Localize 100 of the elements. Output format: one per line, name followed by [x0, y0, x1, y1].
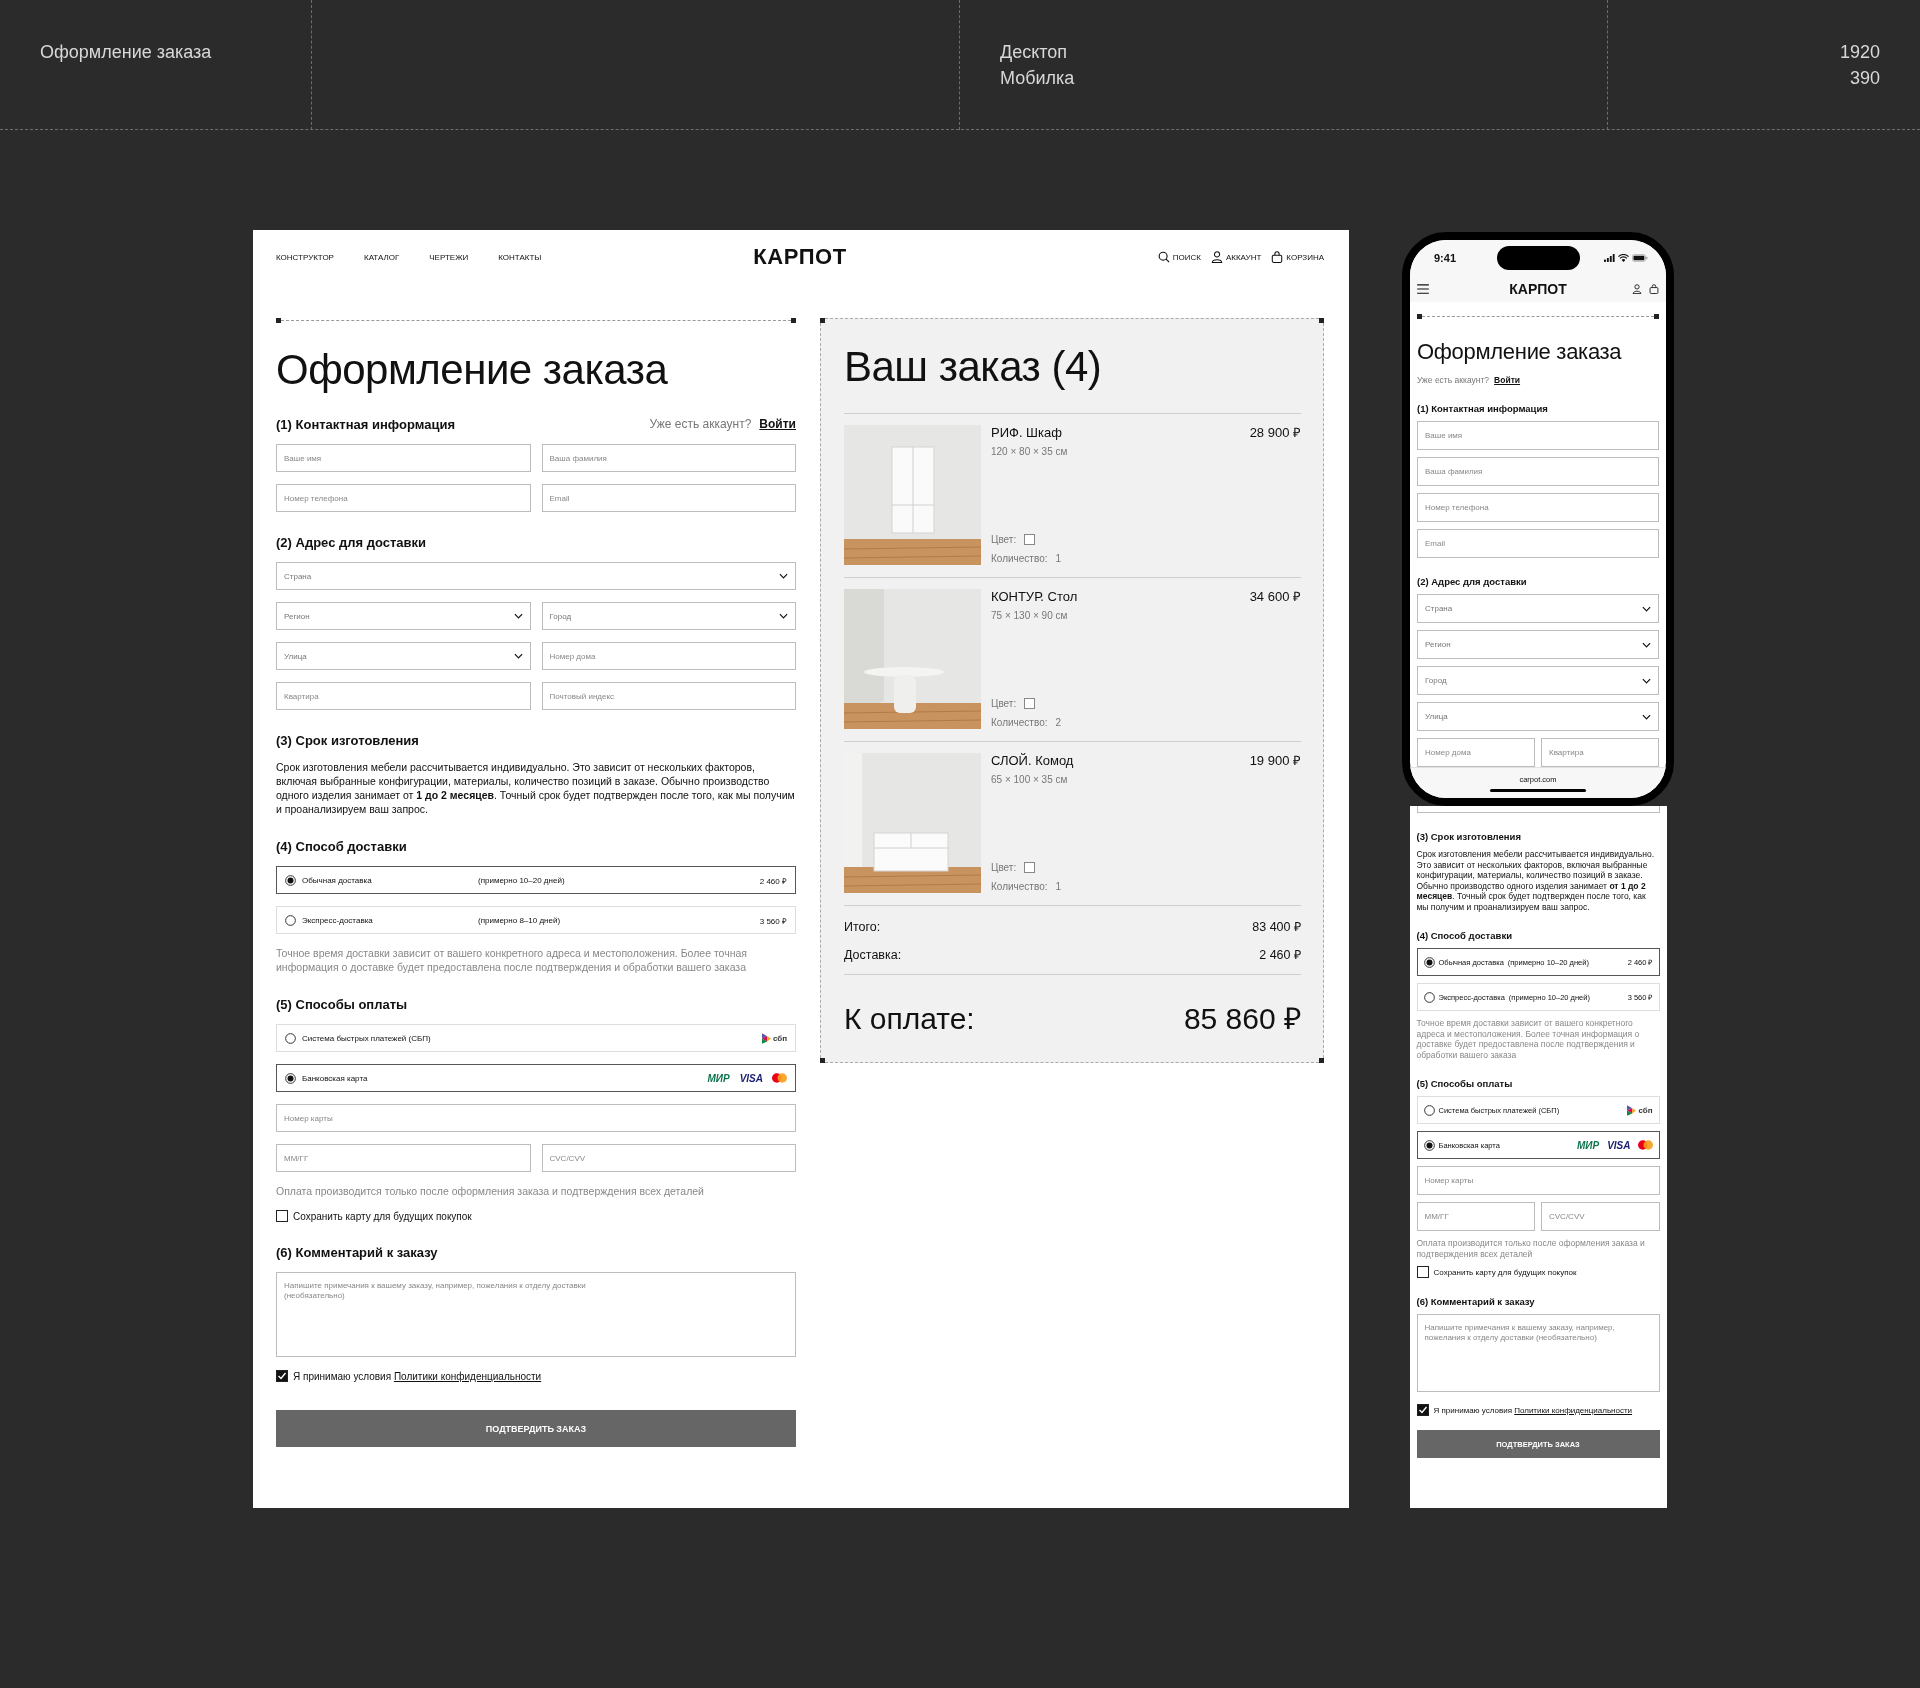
note-text: Оплата производится только после оформления заказа и подтверждения всех деталей	[276, 1184, 705, 1198]
page-heading: Оформление заказа	[1417, 339, 1623, 365]
input-field[interactable]: Ваше имя	[1417, 421, 1659, 450]
circles-logo-icon	[1637, 1140, 1653, 1150]
bag-icon[interactable]	[1649, 284, 1659, 294]
input-field[interactable]: Квартира	[276, 682, 531, 710]
input-field[interactable]: Почтовый индекс	[541, 682, 796, 710]
color-label: Цвет:	[991, 697, 1017, 710]
corner-marker	[1319, 318, 1324, 323]
comment-field[interactable]: Напишите примечания к вашему заказу, например, пожелания к отделу доставки (необязательно)	[1416, 1314, 1660, 1392]
section-heading: (5) Способы оплаты	[1416, 1077, 1513, 1089]
input-field[interactable]: Номер телефона	[276, 484, 531, 512]
color-label: Цвет:	[991, 861, 1017, 874]
product-dimensions: 120 × 80 × 35 см	[991, 446, 1068, 457]
radio-icon[interactable]	[285, 914, 296, 926]
product-dimensions: 75 × 130 × 90 см	[991, 610, 1069, 621]
consent-text: Я принимаю условия Политики конфиденциальности	[293, 1370, 542, 1382]
input-field[interactable]: Номер дома	[541, 642, 796, 670]
radio-icon[interactable]	[1423, 991, 1435, 1003]
select-field[interactable]: Страна	[1417, 594, 1659, 623]
section-heading: (3) Срок изготовления	[276, 732, 419, 748]
input-field[interactable]: Email	[541, 484, 796, 512]
product-name[interactable]: СЛОЙ. Комод	[991, 753, 1074, 769]
nav-link[interactable]: ЧЕРТЕЖИ	[429, 252, 469, 262]
checkbox[interactable]	[1416, 1266, 1429, 1278]
input-field[interactable]	[1416, 806, 1660, 813]
input-field[interactable]: CVC/CVV	[541, 1144, 796, 1172]
nav-link[interactable]: КОНСТРУКТОР	[276, 252, 334, 262]
input-field[interactable]: ММ/ГГ	[276, 1144, 531, 1172]
radio-icon[interactable]	[1423, 1104, 1435, 1116]
input-field[interactable]: CVC/CVV	[1541, 1202, 1660, 1231]
user-icon[interactable]	[1632, 284, 1642, 294]
paragraph: Срок изготовления мебели рассчитывается индивидуально. Это зависит от нескольких факторов, включая выбранные конфигурации, материалы, количество позиций в заказе. Обычно производство одного изделия занимает от 1 до 2 месяцев. Точный срок будет подтвержден после того, как мы получим и проанализируем ваш запрос.	[276, 760, 796, 816]
input-field[interactable]: Ваша фамилия	[541, 444, 796, 472]
home-indicator[interactable]	[1490, 788, 1586, 792]
submit-button[interactable]: ПОДТВЕРДИТЬ ЗАКАЗ	[276, 1410, 796, 1447]
delivery-option[interactable]: Экспресс-доставка (примерно 8–10 дней) 3 560 ₽	[276, 906, 796, 934]
checkbox[interactable]	[276, 1210, 288, 1222]
breakpoint-label: Десктоп	[1000, 42, 1068, 62]
color-swatch[interactable]	[1024, 862, 1036, 873]
radio-icon[interactable]	[1423, 1139, 1435, 1151]
cart-link[interactable]: КОРЗИНА	[1271, 251, 1324, 263]
radio-icon[interactable]	[285, 1072, 296, 1084]
quantity-label: Количество:	[991, 552, 1048, 565]
status-time: 9:41	[1433, 252, 1458, 264]
logo[interactable]: КАРПОТ	[1509, 281, 1567, 297]
color-swatch[interactable]	[1024, 534, 1036, 545]
login-link[interactable]: Войти	[1494, 375, 1521, 385]
menu-icon[interactable]	[1417, 284, 1429, 294]
search-icon	[1157, 251, 1170, 263]
product-name[interactable]: КОНТУР. Стол	[991, 589, 1078, 605]
privacy-link[interactable]: Политики конфиденциальности	[1514, 1405, 1633, 1415]
nav-link[interactable]: КОНТАКТЫ	[498, 252, 542, 262]
logo[interactable]: КАРПОТ	[753, 244, 847, 270]
checkbox[interactable]	[276, 1370, 288, 1382]
input-field[interactable]: Ваша фамилия	[1417, 457, 1659, 486]
nav-link[interactable]: КАТАЛОГ	[363, 252, 400, 262]
section-heading: (6) Комментарий к заказу	[276, 1244, 438, 1260]
input-field[interactable]: Ваше имя	[276, 444, 531, 472]
input-field[interactable]: Номер карты	[1416, 1166, 1660, 1195]
circles-logo-icon	[772, 1073, 787, 1083]
input-field[interactable]: Номер дома	[1417, 738, 1535, 767]
payment-option[interactable]: Система быстрых платежей (СБП) сбп	[276, 1024, 796, 1052]
input-field[interactable]: Номер карты	[276, 1104, 796, 1132]
radio-icon[interactable]	[1423, 956, 1435, 968]
width-label: 1920	[1839, 42, 1880, 62]
breakpoint-label: Мобилка	[1000, 68, 1075, 88]
input-field[interactable]: Квартира	[1541, 738, 1659, 767]
payment-option[interactable]: Банковская карта МИР VISA	[276, 1064, 796, 1092]
chevron-down-icon	[779, 573, 788, 579]
privacy-link[interactable]: Политики конфиденциальности	[393, 1370, 542, 1382]
section-heading: (2) Адрес для доставки	[276, 534, 427, 550]
account-prompt: Уже есть аккаунт?	[649, 417, 752, 431]
due-amount: 85 860 ₽	[1183, 1001, 1301, 1037]
delivery-option[interactable]: Обычная доставка (примерно 10–20 дней) 2 460 ₽	[276, 866, 796, 894]
chevron-down-icon	[1642, 641, 1651, 648]
login-link[interactable]: Войти	[759, 417, 796, 431]
account-link[interactable]: АККАУНТ	[1210, 251, 1262, 263]
input-field[interactable]: Email	[1417, 529, 1659, 558]
quantity-label: Количество:	[991, 716, 1048, 729]
checkbox[interactable]	[1416, 1404, 1429, 1416]
select-field[interactable]: Регион	[276, 602, 531, 630]
search-link[interactable]: ПОИСК	[1157, 251, 1201, 263]
input-field[interactable]: ММ/ГГ	[1416, 1202, 1535, 1231]
quantity-value: 1	[1055, 552, 1062, 565]
section-heading: (1) Контактная информация	[276, 416, 455, 432]
product-name[interactable]: РИФ. Шкаф	[991, 425, 1068, 441]
radio-icon[interactable]	[285, 874, 296, 886]
select-field[interactable]: Город	[1417, 666, 1659, 695]
color-swatch[interactable]	[1024, 698, 1036, 709]
radio-icon[interactable]	[285, 1032, 296, 1044]
comment-field[interactable]: Напишите примечания к вашему заказу, например, пожелания к отделу доставки (необязательно)	[276, 1272, 796, 1357]
select-field[interactable]: Регион	[1417, 630, 1659, 659]
input-field[interactable]: Номер телефона	[1417, 493, 1659, 522]
select-field[interactable]: Город	[541, 602, 796, 630]
select-field[interactable]: Страна	[276, 562, 796, 590]
chevron-down-icon	[1642, 677, 1651, 684]
select-field[interactable]: Улица	[276, 642, 531, 670]
select-field[interactable]: Улица	[1417, 702, 1659, 731]
page-title: Оформление заказа	[40, 42, 212, 62]
